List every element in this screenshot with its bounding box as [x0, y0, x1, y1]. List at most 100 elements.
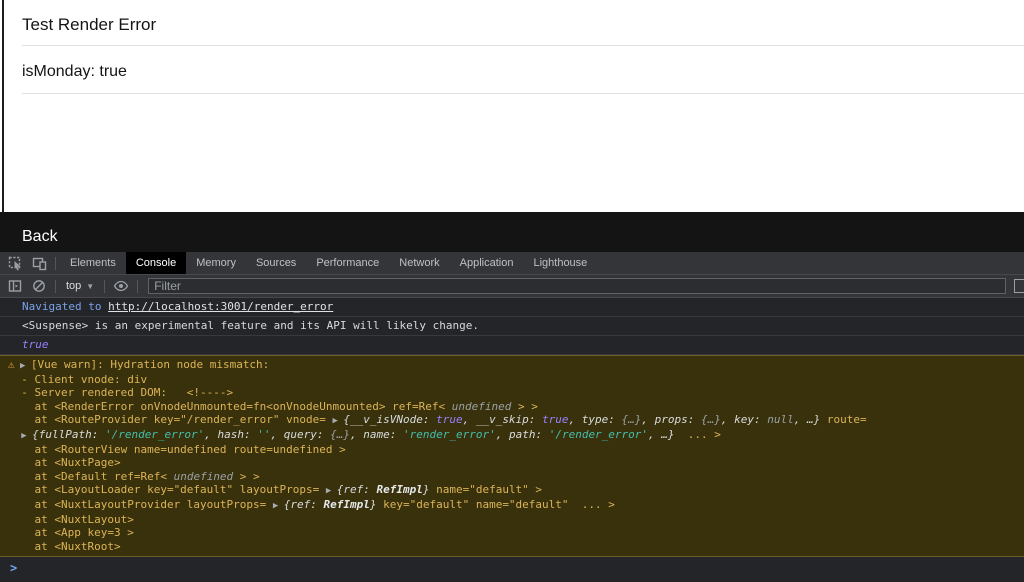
page-body-text: isMonday: true: [22, 63, 127, 81]
back-link[interactable]: Back: [22, 228, 58, 246]
console-text: - Client vnode: div: [8, 373, 147, 386]
tab-elements[interactable]: Elements: [60, 252, 126, 274]
expand-arrow-icon[interactable]: ▶: [273, 501, 284, 511]
console-message-prompt: >: [0, 557, 1024, 580]
console-text: {fullPath:: [32, 428, 105, 441]
tab-performance[interactable]: Performance: [306, 252, 389, 274]
tab-network[interactable]: Network: [389, 252, 449, 274]
eye-icon: [113, 280, 129, 292]
console-text: , __v_skip:: [463, 413, 542, 426]
page-title: Test Render Error: [22, 15, 156, 35]
console-text: '/render_error': [549, 428, 648, 441]
device-toolbar-icon: [32, 256, 47, 271]
console-text: at <RouterView name=undefined route=unde…: [8, 443, 346, 456]
console-text: Navigated to: [22, 300, 108, 313]
live-expression-button[interactable]: [109, 275, 133, 297]
console-text: at <RouteProvider key="/render_error" vn…: [8, 413, 333, 426]
console-message-warn: ⚠ ▶ [Vue warn]: Hydration node mismatch:…: [0, 355, 1024, 557]
console-text: undefined: [452, 400, 512, 413]
expand-arrow-icon[interactable]: ▶: [15, 361, 31, 371]
devtools-tab-bar: ElementsConsoleMemorySourcesPerformanceN…: [0, 252, 1024, 275]
tab-lighthouse[interactable]: Lighthouse: [523, 252, 597, 274]
console-text: {ref:: [284, 498, 324, 511]
console-text: null: [767, 413, 794, 426]
chevron-down-icon: ▼: [86, 282, 94, 291]
console-toolbar: top ▼: [0, 275, 1024, 298]
console-sidebar-button[interactable]: [3, 275, 27, 297]
console-text: {…}: [622, 413, 642, 426]
inspect-cursor-icon: [8, 256, 23, 271]
cropped-control[interactable]: [1014, 279, 1024, 293]
console-text: RefImpl: [324, 498, 370, 511]
device-toolbar-button[interactable]: [27, 252, 51, 274]
devtools-tabs: ElementsConsoleMemorySourcesPerformanceN…: [60, 252, 597, 274]
expand-arrow-icon[interactable]: ▶: [326, 486, 337, 496]
warning-icon: ⚠: [8, 358, 15, 371]
toolbar-separator: [55, 257, 56, 270]
tab-sources[interactable]: Sources: [246, 252, 306, 274]
divider: [22, 93, 1024, 94]
divider: [22, 45, 1024, 46]
clear-console-icon: [32, 279, 46, 293]
expand-arrow-icon[interactable]: ▶: [21, 431, 32, 441]
console-sidebar-icon: [8, 279, 22, 293]
page-dark-section: Back: [0, 212, 1024, 252]
console-text: true: [542, 413, 569, 426]
console-text: [8, 428, 21, 441]
console-message-log: <Suspense> is an experimental feature an…: [0, 317, 1024, 336]
console-text: {…}: [330, 428, 350, 441]
console-text: true: [22, 338, 49, 351]
console-text: , type:: [569, 413, 622, 426]
context-selector-dropdown[interactable]: top ▼: [60, 280, 100, 292]
tab-console[interactable]: Console: [126, 252, 186, 274]
context-selector-label: top: [66, 280, 81, 292]
console-text: at <NuxtLayout>: [8, 513, 134, 526]
console-text: key="default" name="default" ... >: [376, 498, 614, 511]
console-text: at <RenderError onVnodeUnmounted=fn<onVn…: [8, 400, 452, 413]
console-text: at <NuxtPage>: [8, 456, 121, 469]
console-text: , key:: [721, 413, 767, 426]
page-content: Test Render Error isMonday: true: [0, 0, 1024, 212]
console-text: , …}: [794, 413, 821, 426]
console-text: 'render_error': [403, 428, 496, 441]
inspect-element-button[interactable]: [3, 252, 27, 274]
expand-arrow-icon[interactable]: ▶: [333, 416, 344, 426]
console-text: true: [436, 413, 463, 426]
console-text: > >: [511, 400, 538, 413]
console-text: , props:: [641, 413, 701, 426]
console-text: '/render_error': [105, 428, 204, 441]
console-message-log: true: [0, 336, 1024, 355]
console-text: [Vue warn]: Hydration node mismatch:: [31, 358, 269, 371]
console-text: '': [257, 428, 270, 441]
console-link[interactable]: http://localhost:3001/render_error: [108, 300, 333, 313]
console-text: at <Default ref=Ref<: [8, 470, 174, 483]
console-text: {ref:: [337, 483, 377, 496]
console-text: route=: [820, 413, 866, 426]
console-text: , path:: [496, 428, 549, 441]
page-left-border: [2, 0, 4, 212]
filter-input[interactable]: [148, 278, 1006, 294]
console-text: at <LayoutLoader key="default" layoutPro…: [8, 483, 326, 496]
console-text: {…}: [701, 413, 721, 426]
tab-memory[interactable]: Memory: [186, 252, 246, 274]
tab-application[interactable]: Application: [450, 252, 524, 274]
console-text: name="default" >: [429, 483, 542, 496]
toolbar-separator: [137, 280, 138, 293]
console-text: , query:: [271, 428, 331, 441]
console-text: , …}: [648, 428, 675, 441]
console-text: at <NuxtLayoutProvider layoutProps=: [8, 498, 273, 511]
console-text: <Suspense> is an experimental feature an…: [22, 319, 479, 332]
console-text: {__v_isVNode:: [343, 413, 436, 426]
devtools-panel: ElementsConsoleMemorySourcesPerformanceN…: [0, 252, 1024, 582]
clear-console-button[interactable]: [27, 275, 51, 297]
console-text: ... >: [675, 428, 721, 441]
console-text: > >: [233, 470, 260, 483]
console-text: RefImpl: [376, 483, 422, 496]
console-output: Navigated to http://localhost:3001/rende…: [0, 298, 1024, 580]
toolbar-separator: [55, 280, 56, 293]
console-text: - Server rendered DOM: <!---->: [8, 386, 233, 399]
console-text: at <App key=3 >: [8, 526, 134, 539]
console-text: undefined: [174, 470, 234, 483]
console-text: , name:: [350, 428, 403, 441]
console-message-info: Navigated to http://localhost:3001/rende…: [0, 298, 1024, 317]
